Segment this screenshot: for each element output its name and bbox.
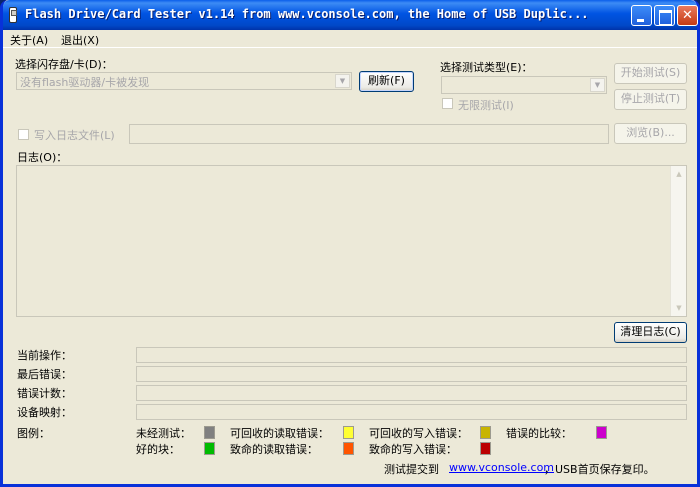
legend-compare-error-label: 错误的比较：: [506, 427, 572, 440]
clear-log-button[interactable]: 清理日志(C): [614, 322, 687, 343]
footer-prefix: 测试提交到: [384, 463, 439, 476]
legend-fatal-read-swatch: [343, 442, 354, 455]
legend-untested-label: 未经测试：: [136, 427, 191, 440]
error-count-field: [136, 385, 687, 401]
current-operation-field: [136, 347, 687, 363]
main-window: Flash Drive/Card Tester v1.14 from www.v…: [0, 0, 700, 487]
unlimited-test-label: 无限测试(I): [458, 99, 514, 112]
unlimited-test-checkbox[interactable]: [442, 98, 453, 109]
legend-recoverable-read-label: 可回收的读取错误：: [230, 427, 329, 440]
chevron-down-icon[interactable]: ▼: [590, 78, 605, 92]
legend-recoverable-write-swatch: [480, 426, 491, 439]
legend-recoverable-read-swatch: [343, 426, 354, 439]
minimize-button[interactable]: [631, 5, 652, 26]
drive-select-label: 选择闪存盘/卡(D)：: [15, 58, 113, 71]
window-title: Flash Drive/Card Tester v1.14 from www.v…: [25, 7, 589, 21]
legend-compare-error-swatch: [596, 426, 607, 439]
close-button[interactable]: ✕: [677, 5, 698, 26]
maximize-button[interactable]: [654, 5, 675, 26]
write-log-file-checkbox[interactable]: [18, 129, 29, 140]
error-count-label: 错误计数：: [17, 387, 72, 400]
legend-fatal-write-swatch: [480, 442, 491, 455]
start-test-button[interactable]: 开始测试(S): [614, 63, 687, 84]
legend-untested-swatch: [204, 426, 215, 439]
log-file-path-input[interactable]: [129, 124, 609, 144]
scroll-up-icon[interactable]: ▲: [672, 167, 686, 181]
legend-fatal-write-label: 致命的写入错误：: [369, 443, 457, 456]
browse-button[interactable]: 浏览(B)...: [614, 123, 687, 144]
last-error-label: 最后错误：: [17, 368, 72, 381]
scroll-down-icon[interactable]: ▼: [672, 301, 686, 315]
write-log-file-label: 写入日志文件(L): [34, 129, 115, 142]
current-operation-label: 当前操作：: [17, 349, 72, 362]
refresh-button[interactable]: 刷新(F): [359, 71, 414, 92]
log-textarea[interactable]: ▲ ▼: [16, 165, 687, 317]
footer-suffix: ，USB首页保存复印。: [544, 463, 655, 476]
test-type-label: 选择测试类型(E)：: [440, 61, 533, 74]
menu-bar: 关于(A) 退出(X): [3, 30, 697, 48]
close-icon: ✕: [682, 8, 693, 23]
title-bar[interactable]: Flash Drive/Card Tester v1.14 from www.v…: [3, 0, 698, 30]
log-scrollbar[interactable]: ▲ ▼: [670, 166, 686, 316]
chevron-down-icon[interactable]: ▼: [335, 74, 350, 88]
legend-fatal-read-label: 致命的读取错误：: [230, 443, 318, 456]
vconsole-link[interactable]: www.vconsole.com: [449, 461, 554, 474]
legend-label: 图例：: [17, 427, 50, 440]
legend-good-block-label: 好的块：: [136, 443, 180, 456]
drive-select-dropdown[interactable]: 没有flash驱动器/卡被发现 ▼: [16, 72, 352, 90]
stop-test-button[interactable]: 停止测试(T): [614, 89, 687, 110]
legend-good-block-swatch: [204, 442, 215, 455]
usb-drive-icon: [9, 7, 17, 23]
test-type-dropdown[interactable]: ▼: [441, 76, 607, 94]
menu-about[interactable]: 关于(A): [10, 32, 48, 48]
device-map-label: 设备映射：: [17, 406, 72, 419]
drive-select-value: 没有flash驱动器/卡被发现: [20, 76, 150, 89]
legend-recoverable-write-label: 可回收的写入错误：: [369, 427, 468, 440]
device-map-field: [136, 404, 687, 420]
menu-exit[interactable]: 退出(X): [61, 32, 99, 48]
last-error-field: [136, 366, 687, 382]
log-label: 日志(O)：: [17, 151, 68, 164]
